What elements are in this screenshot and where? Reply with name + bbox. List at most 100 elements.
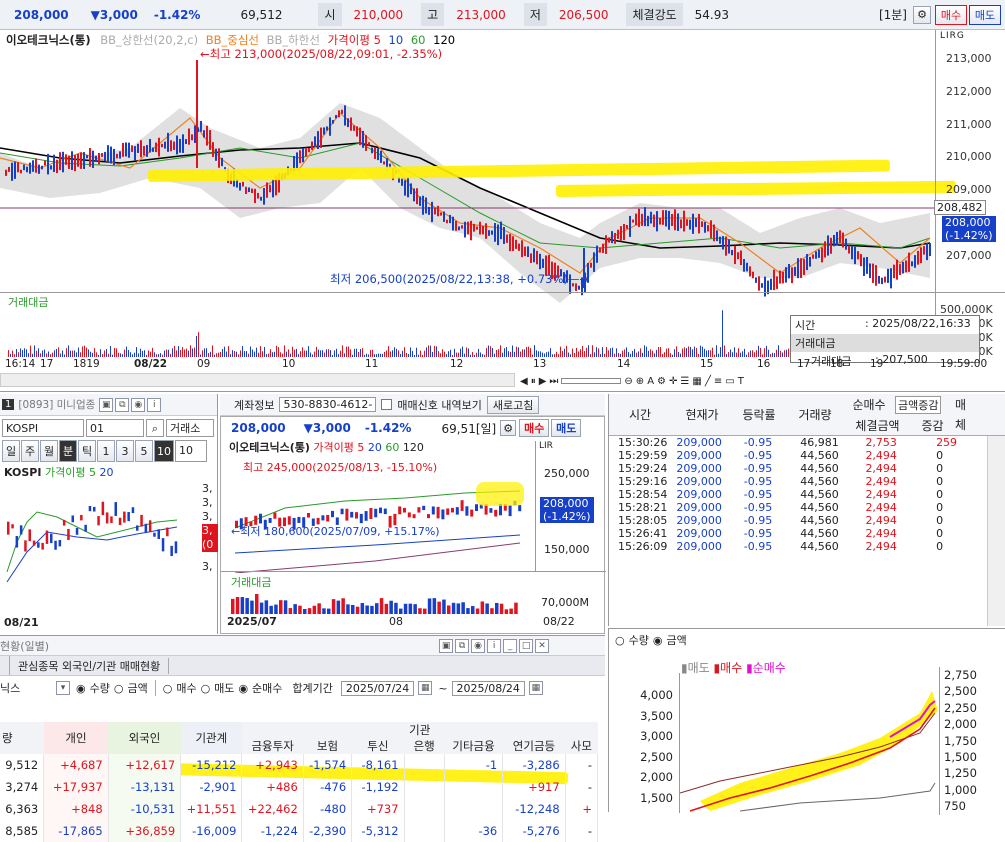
col-change[interactable]: 등락률 bbox=[733, 406, 785, 423]
exchange-select[interactable]: 거래소 bbox=[166, 419, 214, 437]
minimize-icon[interactable]: _ bbox=[503, 638, 518, 653]
sector-code-input[interactable]: 01 bbox=[86, 419, 144, 437]
trade-row[interactable]: 15:29:24 209,000 -0.95 44,560 2,494 0 bbox=[609, 462, 985, 475]
trade-row[interactable]: 15:28:54 209,000 -0.95 44,560 2,494 0 bbox=[609, 488, 985, 501]
settings-icon[interactable]: ⚙ bbox=[657, 376, 666, 387]
calendar-icon[interactable]: ▦ bbox=[418, 681, 433, 695]
col-insurance[interactable]: 보험 bbox=[303, 738, 351, 754]
copy-icon[interactable]: ⧉ bbox=[455, 638, 470, 653]
sort-select[interactable]: 금액증감 bbox=[895, 395, 942, 414]
interval-select[interactable]: 10 bbox=[175, 440, 207, 462]
col-individual[interactable]: 개인 bbox=[43, 722, 109, 754]
stock-input[interactable]: 닉스 bbox=[0, 680, 52, 696]
list-icon[interactable]: ☰ bbox=[680, 376, 689, 387]
col-trust[interactable]: 투신 bbox=[352, 738, 404, 754]
grid-icon[interactable]: ▦ bbox=[692, 376, 701, 387]
crosshair-icon[interactable]: ✛ bbox=[669, 376, 677, 387]
dropdown-icon[interactable]: ▾ bbox=[56, 681, 70, 695]
col-qty[interactable]: 량 bbox=[0, 722, 44, 754]
tab-left[interactable] bbox=[0, 656, 10, 675]
tab-watchlist-investor[interactable]: 관심종목 외국인/기관 매매현황 bbox=[10, 657, 170, 674]
pause-icon[interactable]: ⏸ bbox=[531, 376, 536, 387]
period-1[interactable]: 1 bbox=[97, 440, 115, 462]
date-from-input[interactable]: 2025/07/24 bbox=[340, 680, 415, 696]
trade-row[interactable]: 15:26:09 209,000 -0.95 44,560 2,494 0 bbox=[609, 540, 985, 553]
copy-icon[interactable]: ⧉ bbox=[115, 397, 130, 412]
text-icon[interactable]: T bbox=[738, 376, 744, 387]
close-icon[interactable]: ✕ bbox=[535, 638, 550, 653]
radio-net[interactable]: ◉ bbox=[238, 682, 248, 695]
fib-icon[interactable]: ≡ bbox=[714, 376, 722, 387]
investor-row[interactable]: 3,274 +17,937 -13,131 -2,901 +486 -476 -1,192 +… bbox=[0, 776, 599, 798]
trade-row[interactable]: 15:26:41 209,000 -0.95 44,560 2,494 0 bbox=[609, 527, 985, 540]
settings-icon[interactable]: ⚙ bbox=[913, 5, 931, 24]
search-icon[interactable]: ⌕ bbox=[146, 419, 164, 437]
camera-icon[interactable]: ◉ bbox=[131, 397, 146, 412]
radio-buy[interactable]: ○ bbox=[163, 682, 173, 695]
window-icon[interactable]: ▣ bbox=[439, 638, 454, 653]
box-icon[interactable]: ▭ bbox=[725, 376, 734, 387]
col-time[interactable]: 시간 bbox=[609, 406, 671, 423]
info-icon[interactable]: i bbox=[487, 638, 502, 653]
period-5[interactable]: 5 bbox=[135, 440, 153, 462]
col-private[interactable]: 사모 bbox=[565, 738, 597, 754]
period-3[interactable]: 3 bbox=[116, 440, 134, 462]
window-icon[interactable]: ▣ bbox=[99, 397, 114, 412]
col-other-fin[interactable]: 기타금융 bbox=[444, 738, 502, 754]
settings-icon[interactable]: ⚙ bbox=[500, 420, 517, 436]
zoom-out-icon[interactable]: ⊖ bbox=[624, 376, 632, 387]
radio-qty[interactable]: ◉ bbox=[76, 682, 86, 695]
main-chart[interactable]: 이오테크닉스(통) BB_상한선(20,2,c) BB_중심선 BB_하한선 가… bbox=[0, 30, 1005, 392]
col-amount[interactable]: 체결금액 bbox=[845, 417, 910, 434]
period-month[interactable]: 월 bbox=[40, 440, 58, 462]
col-price[interactable]: 현재가 bbox=[671, 406, 733, 423]
col-delta[interactable]: 증감 bbox=[910, 417, 955, 434]
market-code-input[interactable]: KOSPI bbox=[2, 419, 84, 437]
period-10[interactable]: 10 bbox=[154, 440, 174, 462]
info-icon[interactable]: i bbox=[147, 397, 162, 412]
period-day[interactable]: 일 bbox=[2, 440, 20, 462]
refresh-button[interactable]: 새로고침 bbox=[486, 395, 540, 414]
col-volume[interactable]: 거래량 bbox=[785, 406, 845, 423]
period-week[interactable]: 주 bbox=[21, 440, 39, 462]
camera-icon[interactable]: ◉ bbox=[471, 638, 486, 653]
mini-sell-button[interactable]: 매도 bbox=[551, 419, 582, 437]
investor-row[interactable]: 8,585 -17,865 +36,859 -16,009 -1,224 -2,390 -5… bbox=[0, 820, 599, 842]
maximize-icon[interactable]: □ bbox=[519, 638, 534, 653]
trade-row[interactable]: 15:29:16 209,000 -0.95 44,560 2,494 0 bbox=[609, 475, 985, 488]
col-institution[interactable]: 기관계 bbox=[180, 722, 242, 754]
radio-qty[interactable]: ○ bbox=[615, 634, 625, 647]
col-net-buy[interactable]: 순매수 bbox=[845, 396, 893, 414]
calendar-icon[interactable]: ▦ bbox=[528, 681, 543, 695]
v-scrollbar[interactable] bbox=[987, 436, 1005, 626]
zoom-slider[interactable] bbox=[561, 378, 622, 384]
trade-row[interactable]: 15:29:59 209,000 -0.95 44,560 2,494 0 bbox=[609, 449, 985, 462]
text-tool-icon[interactable]: A bbox=[647, 376, 654, 387]
period-tick[interactable]: 틱 bbox=[78, 440, 96, 462]
period-minute[interactable]: 분 bbox=[59, 440, 77, 462]
zoom-in-icon[interactable]: ⊕ bbox=[636, 376, 644, 387]
investor-row[interactable]: 6,363 +848 -10,531 +11,551 +22,462 -480 +737 -1… bbox=[0, 798, 599, 820]
scroll-start-icon[interactable]: ◀ bbox=[520, 376, 528, 387]
chart-toolbar[interactable]: ◀ ⏸ ▶ ⏭ ⊖ ⊕ A ⚙ ✛ ☰ ▦ ╱ ≡ ▭ T bbox=[520, 373, 1005, 389]
sell-button[interactable]: 매도 bbox=[969, 4, 1001, 25]
period-label[interactable]: [1분] bbox=[879, 6, 907, 23]
play-icon[interactable]: ▶ bbox=[539, 376, 547, 387]
checkbox[interactable] bbox=[381, 399, 393, 410]
col-pension[interactable]: 연기금등 bbox=[503, 738, 565, 754]
col-fin-invest[interactable]: 금융투자 bbox=[242, 738, 303, 754]
investor-row[interactable]: 9,512 +4,687 +12,617 -15,212 +2,943 -1,574 -8,… bbox=[0, 754, 599, 776]
col-foreign[interactable]: 외국인 bbox=[108, 722, 181, 754]
trade-row[interactable]: 15:28:21 209,000 -0.95 44,560 2,494 0 bbox=[609, 501, 985, 514]
end-icon[interactable]: ⏭ bbox=[549, 376, 558, 387]
buy-button[interactable]: 매수 bbox=[935, 4, 967, 25]
mini-buy-button[interactable]: 매수 bbox=[519, 419, 550, 437]
radio-sell[interactable]: ○ bbox=[201, 682, 211, 695]
line-tool-icon[interactable]: ╱ bbox=[705, 376, 711, 387]
radio-amt[interactable]: ◉ bbox=[653, 634, 663, 647]
radio-amt[interactable]: ○ bbox=[114, 682, 124, 695]
account-select[interactable]: 530-8830-4612- bbox=[279, 397, 377, 412]
trade-row[interactable]: 15:28:05 209,000 -0.95 44,560 2,494 0 bbox=[609, 514, 985, 527]
date-to-input[interactable]: 2025/08/24 bbox=[451, 680, 525, 696]
h-scrollbar[interactable] bbox=[0, 373, 515, 387]
